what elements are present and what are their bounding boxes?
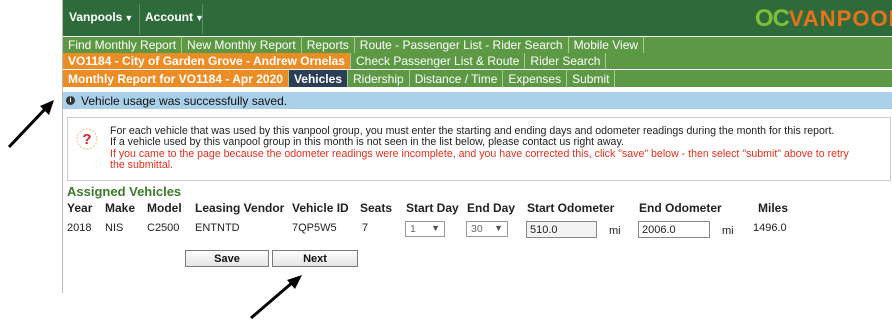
cell-vehicle-id: 7QP5W5	[292, 222, 337, 234]
help-line-2: If a vehicle used by this vanpool group …	[110, 136, 624, 148]
success-message-bar: i Vehicle usage was successfully saved.	[63, 92, 892, 109]
col-header-end-day: End Day	[467, 201, 516, 215]
vanpools-menu[interactable]: Vanpools ▼	[69, 10, 133, 24]
end-day-value: 30	[471, 223, 483, 235]
nav-route-passenger-list[interactable]: Route - Passenger List - Rider Search	[355, 37, 569, 53]
cell-seats: 7	[362, 222, 369, 234]
col-header-miles: Miles	[758, 201, 789, 215]
report-breadcrumb[interactable]: Monthly Report for VO1184 - Apr 2020	[63, 70, 289, 87]
tab-expenses[interactable]: Expenses	[503, 70, 568, 87]
vanpools-menu-label: Vanpools	[69, 10, 123, 24]
col-header-year: Year	[67, 201, 93, 215]
end-odometer-input[interactable]: 2006.0	[638, 221, 710, 238]
tab-ridership[interactable]: Ridership	[348, 70, 410, 87]
col-header-make: Make	[105, 201, 136, 215]
save-button[interactable]: Save	[185, 250, 269, 267]
page-frame: Vanpools ▼ Account ▼ OC VANPOOL Find Monthl…	[62, 0, 892, 293]
chevron-down-icon: ▼	[124, 13, 134, 23]
vanpool-breadcrumb[interactable]: VO1184 - City of Garden Grove - Andrew O…	[63, 53, 351, 69]
start-odometer-unit: mi	[609, 225, 621, 237]
annotation-arrow-icon	[250, 275, 302, 320]
col-header-vendor: Leasing Vendor	[195, 201, 285, 215]
chevron-down-icon: ▼	[494, 223, 503, 233]
end-day-select[interactable]: 30 ▼	[466, 221, 508, 237]
col-header-seats: Seats	[360, 201, 393, 215]
cell-vendor: ENTNTD	[195, 222, 240, 234]
section-title: Assigned Vehicles	[67, 184, 182, 199]
nav-new-monthly-report[interactable]: New Monthly Report	[182, 37, 302, 53]
nav-mobile-view[interactable]: Mobile View	[569, 37, 645, 53]
logo-vanpool: VANPOOL	[788, 6, 892, 31]
top-menu-bar: Vanpools ▼ Account ▼ OC VANPOOL	[63, 0, 892, 36]
start-day-select[interactable]: 1 ▼	[405, 221, 445, 237]
nav-row-vanpool: VO1184 - City of Garden Grove - Andrew O…	[63, 53, 892, 69]
chevron-down-icon: ▼	[431, 223, 440, 233]
annotation-arrow-icon	[7, 100, 54, 149]
cell-year: 2018	[67, 222, 92, 234]
menu-divider	[202, 4, 203, 34]
question-icon: ?	[76, 128, 98, 150]
col-header-start-day: Start Day	[406, 201, 459, 215]
nav-reports[interactable]: Reports	[302, 37, 355, 53]
menu-divider	[139, 4, 140, 34]
cell-make: NIS	[105, 222, 124, 234]
next-button[interactable]: Next	[272, 250, 358, 267]
start-day-value: 1	[410, 223, 416, 235]
success-message-text: Vehicle usage was successfully saved.	[81, 93, 288, 108]
col-header-start-odometer: Start Odometer	[527, 201, 615, 215]
end-odometer-unit: mi	[722, 225, 734, 237]
col-header-end-odometer: End Odometer	[639, 201, 722, 215]
start-odometer-input[interactable]: 510.0	[526, 221, 597, 238]
cell-miles: 1496.0	[753, 222, 787, 234]
help-box: ? For each vehicle that was used by this…	[67, 117, 891, 181]
nav-row-main: Find Monthly Report New Monthly Report R…	[63, 37, 892, 53]
logo-oc: OC	[754, 5, 790, 32]
col-header-vehicle-id: Vehicle ID	[292, 201, 349, 215]
svg-text:?: ?	[82, 131, 91, 148]
nav-rider-search[interactable]: Rider Search	[525, 53, 607, 69]
cell-model: C2500	[147, 222, 180, 234]
nav-check-passenger-list[interactable]: Check Passenger List & Route	[351, 53, 526, 69]
info-icon: i	[66, 96, 75, 105]
account-menu[interactable]: Account ▼	[145, 10, 204, 24]
oc-vanpool-logo: OC VANPOOL	[755, 5, 892, 33]
col-header-model: Model	[147, 201, 182, 215]
tab-vehicles[interactable]: Vehicles	[288, 70, 348, 87]
help-line-4: the submittal.	[110, 159, 174, 171]
account-menu-label: Account	[145, 10, 193, 24]
tab-distance-time[interactable]: Distance / Time	[410, 70, 504, 87]
nav-find-monthly-report[interactable]: Find Monthly Report	[63, 37, 183, 53]
nav-row-report: Monthly Report for VO1184 - Apr 2020 Veh…	[63, 70, 892, 87]
help-line-3: If you came to the page because the odom…	[110, 148, 849, 160]
tab-submit[interactable]: Submit	[567, 70, 616, 87]
